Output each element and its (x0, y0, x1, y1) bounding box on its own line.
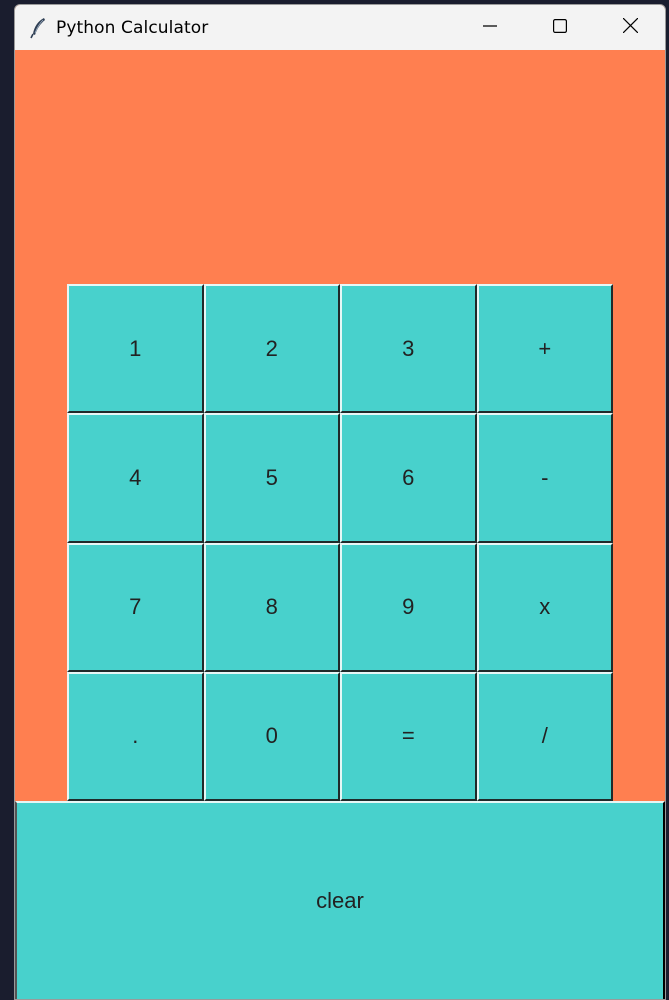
add-button[interactable]: + (476, 284, 613, 414)
decimal-button[interactable]: . (67, 671, 204, 801)
key-2-button[interactable]: 2 (203, 284, 340, 414)
maximize-icon (553, 18, 568, 37)
window-title: Python Calculator (56, 17, 209, 38)
minimize-icon (483, 18, 497, 37)
key-8-button[interactable]: 8 (203, 542, 340, 672)
divide-button[interactable]: / (476, 671, 613, 801)
keypad: 1 2 3 + 4 5 6 - 7 8 9 x . 0 = / (67, 284, 613, 801)
window-controls (455, 5, 665, 50)
key-0-button[interactable]: 0 (203, 671, 340, 801)
subtract-button[interactable]: - (476, 413, 613, 543)
equals-button[interactable]: = (340, 671, 477, 801)
close-icon (622, 17, 638, 37)
key-7-button[interactable]: 7 (67, 542, 204, 672)
multiply-button[interactable]: x (476, 542, 613, 672)
feather-icon (28, 17, 50, 39)
clear-button[interactable]: clear (15, 801, 665, 999)
key-5-button[interactable]: 5 (203, 413, 340, 543)
close-button[interactable] (595, 5, 665, 50)
key-3-button[interactable]: 3 (340, 284, 477, 414)
key-1-button[interactable]: 1 (67, 284, 204, 414)
title-bar[interactable]: Python Calculator (15, 5, 665, 50)
key-4-button[interactable]: 4 (67, 413, 204, 543)
maximize-button[interactable] (525, 5, 595, 50)
calculator-window: Python Calculator 1 2 3 + 4 5 6 - 7 8 9 … (14, 4, 666, 1000)
key-6-button[interactable]: 6 (340, 413, 477, 543)
display-area (15, 50, 665, 285)
key-9-button[interactable]: 9 (340, 542, 477, 672)
minimize-button[interactable] (455, 5, 525, 50)
display-value (15, 50, 665, 90)
